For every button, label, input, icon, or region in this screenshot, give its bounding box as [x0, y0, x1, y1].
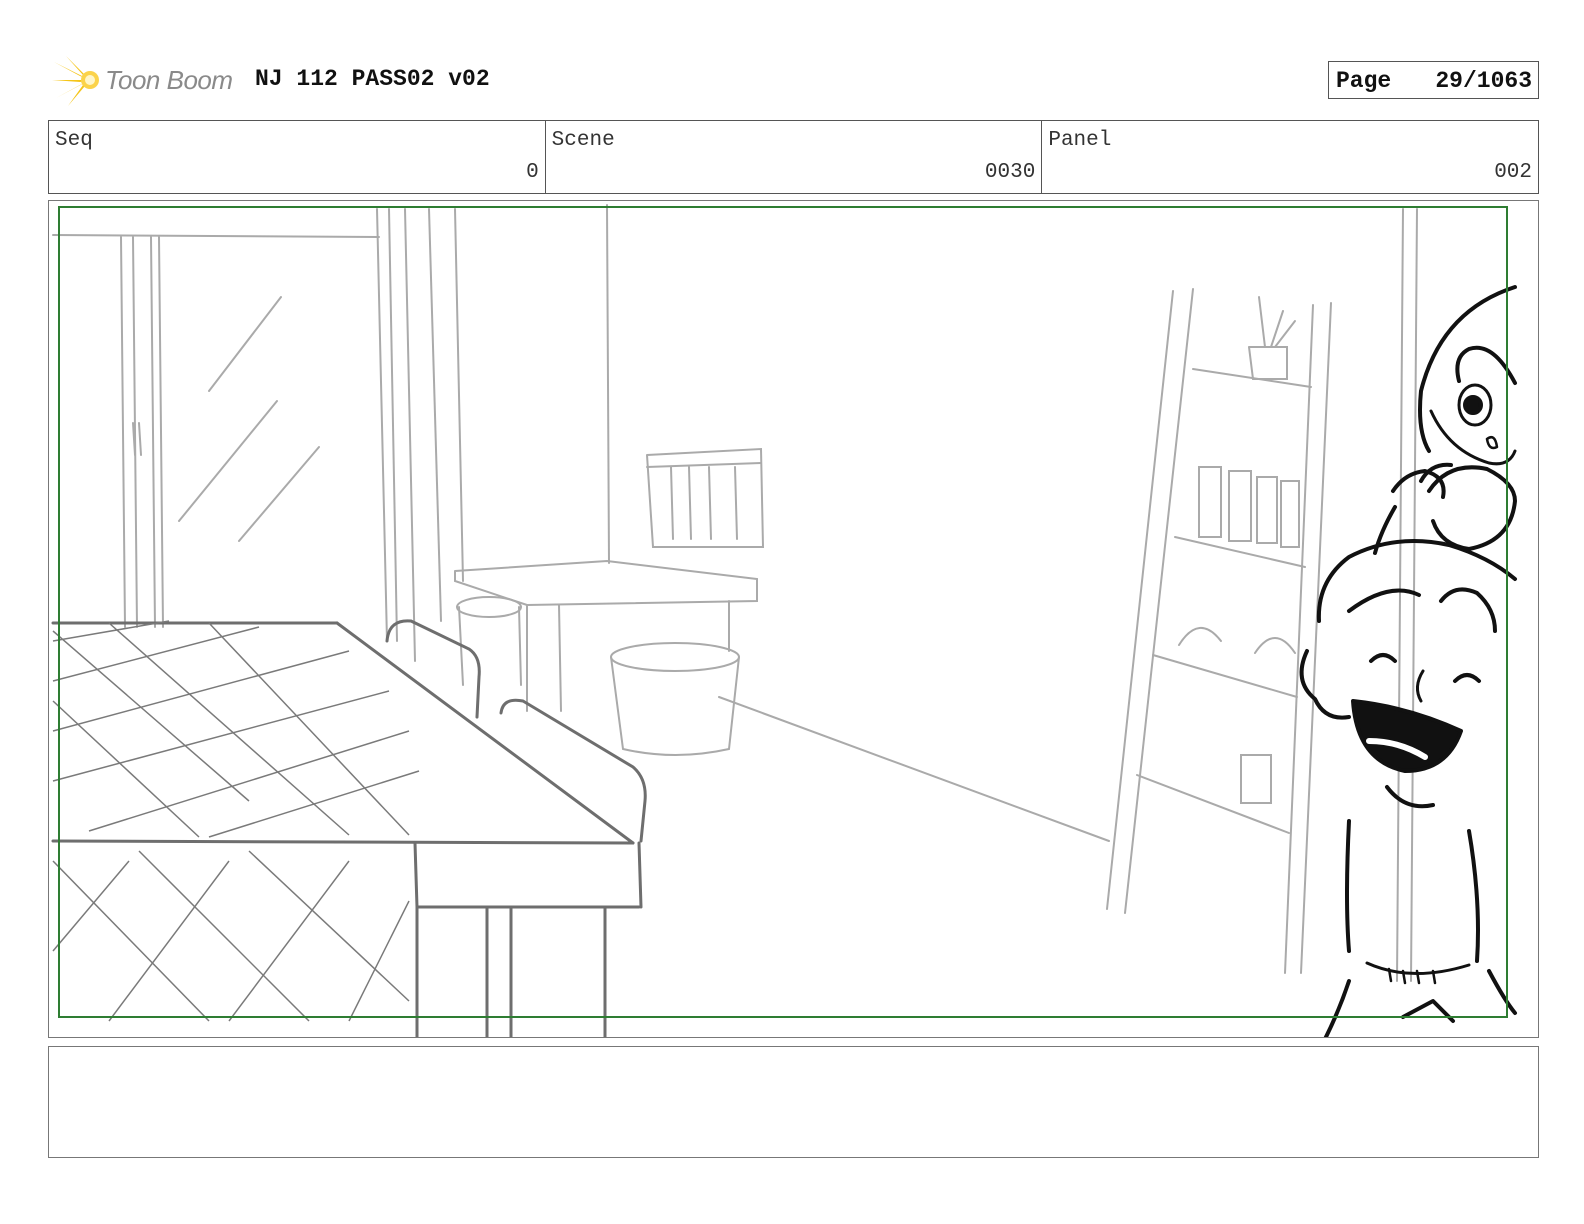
panel-cell: Panel 002 — [1042, 121, 1538, 193]
panel-sketch — [51, 204, 1517, 1037]
panel-notes-box — [48, 1046, 1539, 1158]
starburst-icon — [52, 56, 99, 106]
project-title: NJ 112 PASS02 v02 — [255, 66, 490, 92]
page-value: 29/1063 — [1435, 68, 1532, 94]
scene-cell: Scene 0030 — [546, 121, 1043, 193]
scene-label: Scene — [551, 129, 615, 152]
panel-value: 002 — [1494, 161, 1533, 184]
scene-value: 0030 — [984, 161, 1036, 184]
seq-value: 0 — [526, 161, 539, 184]
panel-label: Panel — [1048, 129, 1112, 152]
toon-boom-logo: Toon Boom — [50, 52, 240, 108]
characters-sketch — [1299, 285, 1517, 1037]
page-label: Page — [1336, 68, 1392, 94]
page-indicator: Page 29/1063 — [1328, 61, 1539, 99]
seq-label: Seq — [55, 129, 93, 152]
shot-info-row: Seq 0 Scene 0030 Panel 002 — [48, 120, 1539, 194]
seq-cell: Seq 0 — [49, 121, 546, 193]
storyboard-panel — [48, 200, 1539, 1038]
logo-text: Toon Boom — [105, 65, 233, 95]
